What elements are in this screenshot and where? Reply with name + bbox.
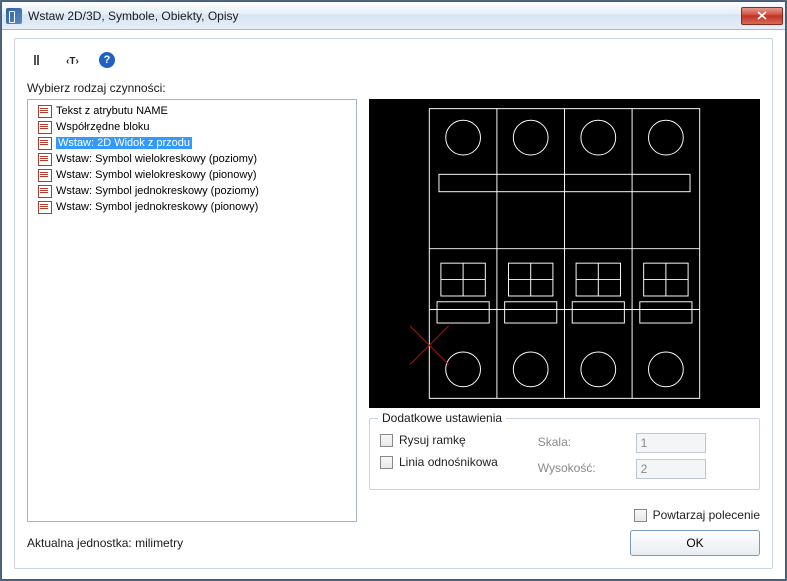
main-row: Tekst z atrybutu NAME Współrzędne bloku … <box>27 99 760 522</box>
tree-item[interactable]: Wstaw: Symbol wielokreskowy (pionowy) <box>30 167 354 183</box>
tree-item[interactable]: Tekst z atrybutu NAME <box>30 103 354 119</box>
toolbar: ‹T› ? <box>31 49 760 71</box>
draw-frame-row: Rysuj ramkę <box>380 433 498 447</box>
align-tool-icon[interactable] <box>31 52 47 68</box>
unit-label: Aktualna jednostka: milimetry <box>27 536 183 550</box>
group-legend: Dodatkowe ustawienia <box>378 411 506 425</box>
main-panel: ‹T› ? Wybierz rodzaj czynności: Tekst z … <box>14 38 773 569</box>
repeat-command-checkbox[interactable] <box>634 509 647 522</box>
tree-item-label: Wstaw: Symbol wielokreskowy (poziomy) <box>56 153 257 165</box>
dialog-window: Wstaw 2D/3D, Symbole, Obiekty, Opisy ‹T› <box>1 1 786 580</box>
repeat-command-row: Powtarzaj polecenie <box>634 508 760 522</box>
scale-input[interactable] <box>636 433 706 453</box>
tree-item-label: Wstaw: Symbol jednokreskowy (poziomy) <box>56 185 259 197</box>
additional-settings-group: Dodatkowe ustawienia Rysuj ramkę Linia o… <box>369 418 760 490</box>
tree-item[interactable]: Wstaw: Symbol wielokreskowy (poziomy) <box>30 151 354 167</box>
choose-action-label: Wybierz rodzaj czynności: <box>27 81 760 95</box>
height-label: Wysokość: <box>538 461 596 475</box>
dim-label-column: Skala: Wysokość: <box>538 433 596 479</box>
tree-item-label: Wstaw: Symbol wielokreskowy (pionowy) <box>56 169 257 181</box>
repeat-row-container: Powtarzaj polecenie <box>369 508 760 522</box>
tree-item[interactable]: Wstaw: Symbol jednokreskowy (pionowy) <box>30 199 354 215</box>
window-title: Wstaw 2D/3D, Symbole, Obiekty, Opisy <box>28 9 741 23</box>
tree-item-label: Wstaw: Symbol jednokreskowy (pionowy) <box>56 201 258 213</box>
tree-item-label: Tekst z atrybutu NAME <box>56 105 168 117</box>
text-tool-icon[interactable]: ‹T› <box>65 52 81 68</box>
draw-frame-checkbox[interactable] <box>380 434 393 447</box>
tree-item[interactable]: Współrzędne bloku <box>30 119 354 135</box>
tree-item-label: Współrzędne bloku <box>56 121 150 133</box>
action-tree[interactable]: Tekst z atrybutu NAME Współrzędne bloku … <box>27 99 357 522</box>
tree-item[interactable]: Wstaw: 2D Widok z przodu <box>30 135 354 151</box>
tree-item[interactable]: Wstaw: Symbol jednokreskowy (poziomy) <box>30 183 354 199</box>
preview-canvas <box>369 99 760 408</box>
repeat-command-label: Powtarzaj polecenie <box>653 508 760 522</box>
draw-frame-label: Rysuj ramkę <box>399 433 466 447</box>
leader-line-checkbox[interactable] <box>380 456 393 469</box>
help-icon[interactable]: ? <box>99 52 115 68</box>
input-column <box>636 433 706 479</box>
close-button[interactable] <box>741 7 783 25</box>
close-icon <box>757 11 767 20</box>
status-row: Aktualna jednostka: milimetry OK <box>27 522 760 556</box>
titlebar: Wstaw 2D/3D, Symbole, Obiekty, Opisy <box>2 2 785 30</box>
svg-text:‹T›: ‹T› <box>66 56 79 67</box>
leader-line-row: Linia odnośnikowa <box>380 455 498 469</box>
content-area: ‹T› ? Wybierz rodzaj czynności: Tekst z … <box>2 30 785 579</box>
leader-line-label: Linia odnośnikowa <box>399 455 498 469</box>
checkbox-column: Rysuj ramkę Linia odnośnikowa <box>380 433 498 479</box>
tree-item-label: Wstaw: 2D Widok z przodu <box>56 137 192 149</box>
ok-button[interactable]: OK <box>630 530 760 556</box>
app-icon <box>6 8 22 24</box>
scale-label: Skala: <box>538 435 596 449</box>
height-input[interactable] <box>636 459 706 479</box>
right-column: Dodatkowe ustawienia Rysuj ramkę Linia o… <box>369 99 760 522</box>
